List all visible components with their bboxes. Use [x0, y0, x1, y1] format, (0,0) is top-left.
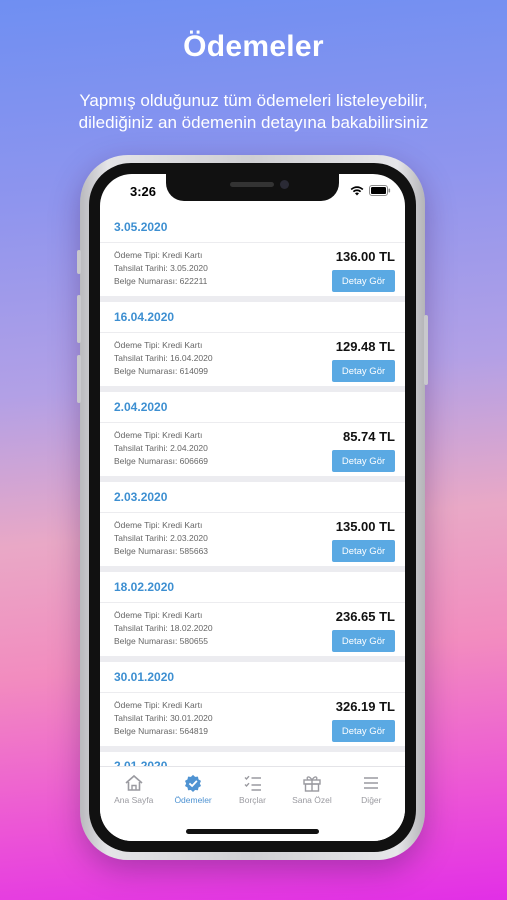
payment-group: 2.03.2020 Ödeme Tipi: Kredi Kartı Tahsilat… — [100, 482, 405, 566]
payment-amount: 326.19 TL — [335, 699, 395, 714]
tab-bar: Ana Sayfa Ödemeler Borçlar Sana Özel Diğ… — [100, 766, 405, 841]
payment-group: 3.05.2020 Ödeme Tipi: Kredi Kartı Tahsilat… — [100, 212, 405, 296]
gift-icon — [303, 776, 321, 792]
front-camera — [280, 180, 289, 189]
detail-button[interactable]: Detay Gör — [332, 540, 395, 562]
status-time: 3:26 — [130, 184, 157, 199]
home-icon — [125, 774, 143, 791]
payment-row: Ödeme Tipi: Kredi Kartı Tahsilat Tarihi: … — [100, 333, 405, 386]
tab-home[interactable]: Ana Sayfa — [104, 767, 163, 841]
tab-other[interactable]: Diğer — [342, 767, 401, 841]
home-indicator — [186, 829, 319, 834]
payment-amount: 136.00 TL — [335, 249, 395, 264]
detail-button[interactable]: Detay Gör — [332, 630, 395, 652]
promo-title: Ödemeler — [183, 30, 324, 63]
menu-icon — [364, 777, 379, 789]
phone-volume-down — [77, 355, 81, 403]
payment-date: 3.05.2020 — [100, 212, 405, 243]
payment-row: Ödeme Tipi: Kredi Kartı Tahsilat Tarihi: … — [100, 423, 405, 476]
payment-row: Ödeme Tipi: Kredi Kartı Tahsilat Tarihi: … — [100, 693, 405, 746]
detail-button[interactable]: Detay Gör — [332, 360, 395, 382]
payment-row: Ödeme Tipi: Kredi Kartı Tahsilat Tarihi: … — [100, 243, 405, 296]
payment-amount: 135.00 TL — [335, 519, 395, 534]
tab-other-label: Diğer — [361, 795, 382, 805]
battery-icon — [369, 185, 391, 196]
payment-row: Ödeme Tipi: Kredi Kartı Tahsilat Tarihi: … — [100, 513, 405, 566]
payment-group: 16.04.2020 Ödeme Tipi: Kredi Kartı Tahsila… — [100, 302, 405, 386]
promo-subtitle-line-1: Yapmış olduğunuz tüm ödemeleri listeleye… — [79, 91, 428, 110]
tab-special-label: Sana Özel — [292, 795, 332, 805]
detail-button[interactable]: Detay Gör — [332, 270, 395, 292]
phone-bezel: 3:26 3.05.2020 Ödeme Tipi: Kredi Kartı Tah… — [89, 163, 416, 852]
payment-date: 30.01.2020 — [100, 662, 405, 693]
payment-group: 18.02.2020 Ödeme Tipi: Kredi Kartı Tahsila… — [100, 572, 405, 656]
payments-list[interactable]: 3.05.2020 Ödeme Tipi: Kredi Kartı Tahsilat… — [100, 212, 405, 766]
tab-debts-label: Borçlar — [239, 795, 266, 805]
phone-frame: 3:26 3.05.2020 Ödeme Tipi: Kredi Kartı Tah… — [77, 155, 428, 860]
tab-payments-label: Ödemeler — [174, 795, 212, 805]
payment-date: 2.03.2020 — [100, 482, 405, 513]
notch — [166, 174, 339, 201]
check-badge-icon — [185, 774, 202, 792]
detail-button[interactable]: Detay Gör — [332, 450, 395, 472]
payment-amount: 85.74 TL — [342, 429, 395, 444]
checklist-icon — [244, 775, 261, 791]
payment-date: 18.02.2020 — [100, 572, 405, 603]
detail-button[interactable]: Detay Gör — [332, 720, 395, 742]
status-icons — [350, 185, 391, 196]
payment-amount: 236.65 TL — [335, 609, 395, 624]
payment-date-partial: 2.01.2020 — [100, 752, 405, 766]
wifi-icon — [350, 185, 364, 195]
payment-row: Ödeme Tipi: Kredi Kartı Tahsilat Tarihi: … — [100, 603, 405, 656]
payment-date: 16.04.2020 — [100, 302, 405, 333]
promo-subtitle-line-2: dilediğiniz an ödemenin detayına bakabil… — [78, 113, 429, 132]
phone-power-button — [424, 315, 428, 385]
speaker — [230, 182, 274, 187]
payment-date: 2.04.2020 — [100, 392, 405, 423]
promo-subtitle: Yapmış olduğunuz tüm ödemeleri listeleye… — [20, 90, 487, 134]
payment-amount: 129.48 TL — [335, 339, 395, 354]
app-screen: 3:26 3.05.2020 Ödeme Tipi: Kredi Kartı Tah… — [100, 174, 405, 841]
payment-group: 30.01.2020 Ödeme Tipi: Kredi Kartı Tahsila… — [100, 662, 405, 746]
payment-group: 2.04.2020 Ödeme Tipi: Kredi Kartı Tahsilat… — [100, 392, 405, 476]
tab-home-label: Ana Sayfa — [114, 795, 154, 805]
phone-volume-up — [77, 295, 81, 343]
phone-mute-switch — [77, 250, 81, 274]
